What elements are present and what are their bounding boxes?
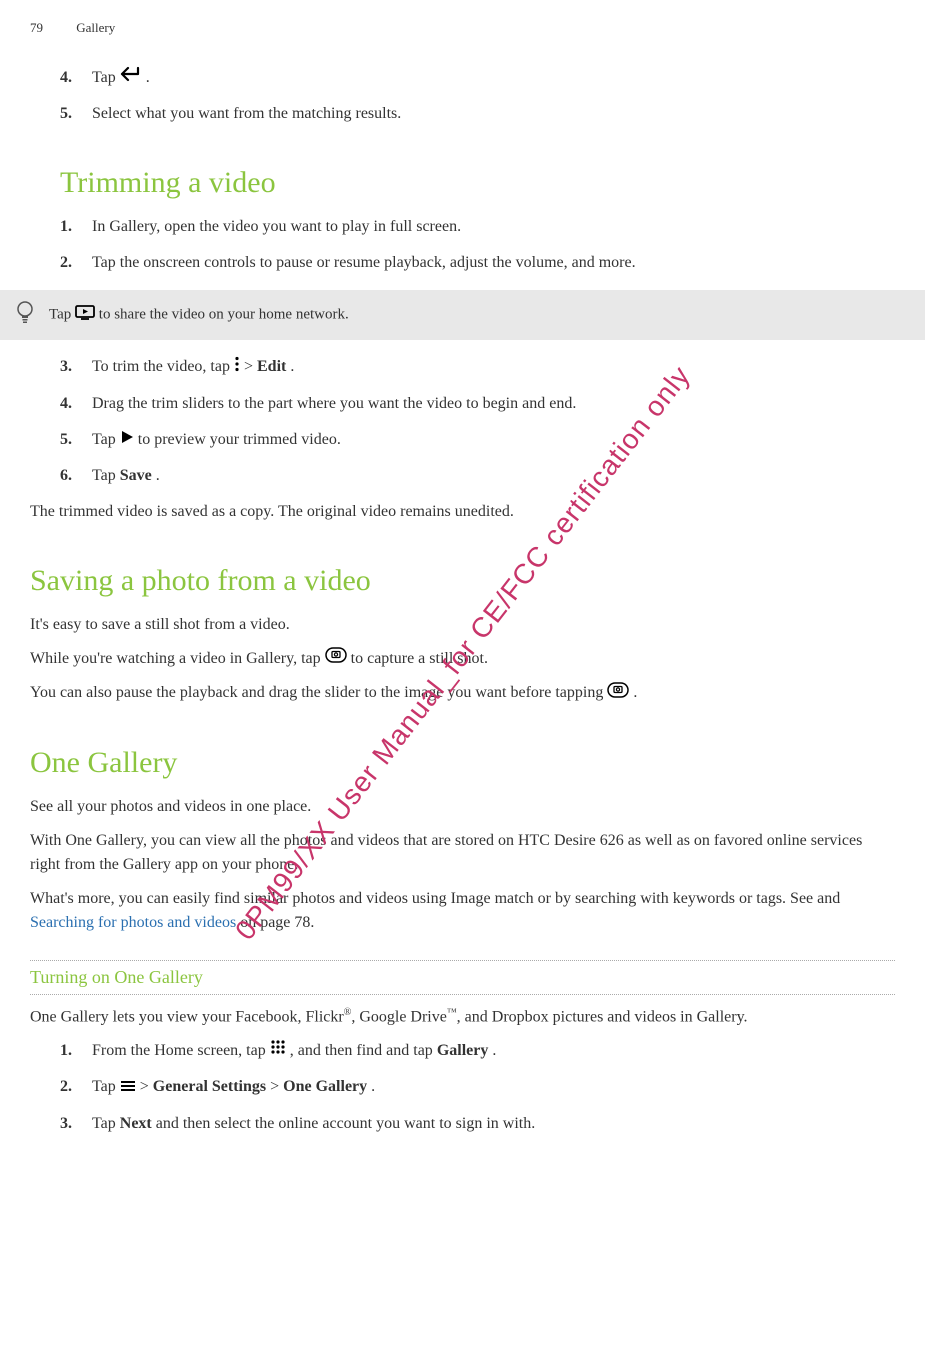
step-text: Tap the onscreen controls to pause or re… <box>92 251 895 275</box>
step-text: To trim the video, tap > Edit . <box>92 355 895 379</box>
step-text: Select what you want from the matching r… <box>92 102 895 126</box>
tip-text: Tap to share the video on your home netw… <box>49 305 349 325</box>
step-number: 2. <box>60 1075 92 1099</box>
intro-step-5: 5. Select what you want from the matchin… <box>60 102 895 126</box>
saving-p1: It's easy to save a still shot from a vi… <box>30 613 895 637</box>
header-section: Gallery <box>76 20 115 35</box>
heading-trimming: Trimming a video <box>60 166 895 200</box>
step-number: 5. <box>60 428 92 452</box>
trim-step-4: 4. Drag the trim sliders to the part whe… <box>60 392 895 416</box>
one-gallery-p1: See all your photos and videos in one pl… <box>30 795 895 819</box>
og-step-3: 3. Tap Next and then select the online a… <box>60 1112 895 1136</box>
step-number: 4. <box>60 66 92 90</box>
more-dots-icon <box>234 356 240 380</box>
og-step-1: 1. From the Home screen, tap , and then … <box>60 1039 895 1063</box>
play-icon <box>120 428 134 452</box>
step-text: From the Home screen, tap , and then fin… <box>92 1039 895 1063</box>
subheading-turning-on: Turning on One Gallery <box>30 960 895 995</box>
trim-step-1: 1. In Gallery, open the video you want t… <box>60 215 895 239</box>
trim-step-5: 5. Tap to preview your trimmed video. <box>60 428 895 452</box>
step-number: 2. <box>60 251 92 275</box>
tip-box: Tap to share the video on your home netw… <box>0 290 925 340</box>
og-step-2: 2. Tap > General Settings > One Gallery … <box>60 1075 895 1099</box>
saving-p3: You can also pause the playback and drag… <box>30 681 895 705</box>
one-gallery-p4: One Gallery lets you view your Facebook,… <box>30 1005 895 1029</box>
step-text: Drag the trim sliders to the part where … <box>92 392 895 416</box>
trim-step-3: 3. To trim the video, tap > Edit . <box>60 355 895 379</box>
trim-step-6: 6. Tap Save . <box>60 464 895 488</box>
trim-step-2: 2. Tap the onscreen controls to pause or… <box>60 251 895 275</box>
step-text: In Gallery, open the video you want to p… <box>92 215 895 239</box>
camera-capture-icon <box>607 682 629 706</box>
step-text: Tap > General Settings > One Gallery . <box>92 1075 895 1099</box>
hamburger-menu-icon <box>120 1076 136 1100</box>
trim-note: The trimmed video is saved as a copy. Th… <box>30 500 895 524</box>
heading-one-gallery: One Gallery <box>30 746 895 780</box>
heading-saving: Saving a photo from a video <box>30 564 895 598</box>
apps-grid-icon <box>270 1039 286 1063</box>
page-number: 79 <box>30 20 43 35</box>
step-text: Tap . <box>92 66 895 90</box>
step-number: 3. <box>60 1112 92 1136</box>
step-text: Tap to preview your trimmed video. <box>92 428 895 452</box>
return-arrow-icon <box>120 66 142 90</box>
page-header: 79 Gallery <box>30 20 895 36</box>
camera-capture-icon <box>325 647 347 671</box>
step-number: 6. <box>60 464 92 488</box>
one-gallery-p3: What's more, you can easily find similar… <box>30 887 895 935</box>
lightbulb-icon <box>15 300 35 330</box>
step-number: 1. <box>60 1039 92 1063</box>
step-number: 4. <box>60 392 92 416</box>
search-link[interactable]: Searching for photos and videos <box>30 914 236 931</box>
step-text: Tap Next and then select the online acco… <box>92 1112 895 1136</box>
one-gallery-p2: With One Gallery, you can view all the p… <box>30 829 895 877</box>
step-number: 5. <box>60 102 92 126</box>
intro-step-4: 4. Tap . <box>60 66 895 90</box>
step-text: Tap Save . <box>92 464 895 488</box>
tv-share-icon <box>75 305 95 325</box>
saving-p2: While you're watching a video in Gallery… <box>30 647 895 671</box>
step-number: 3. <box>60 355 92 379</box>
step-number: 1. <box>60 215 92 239</box>
